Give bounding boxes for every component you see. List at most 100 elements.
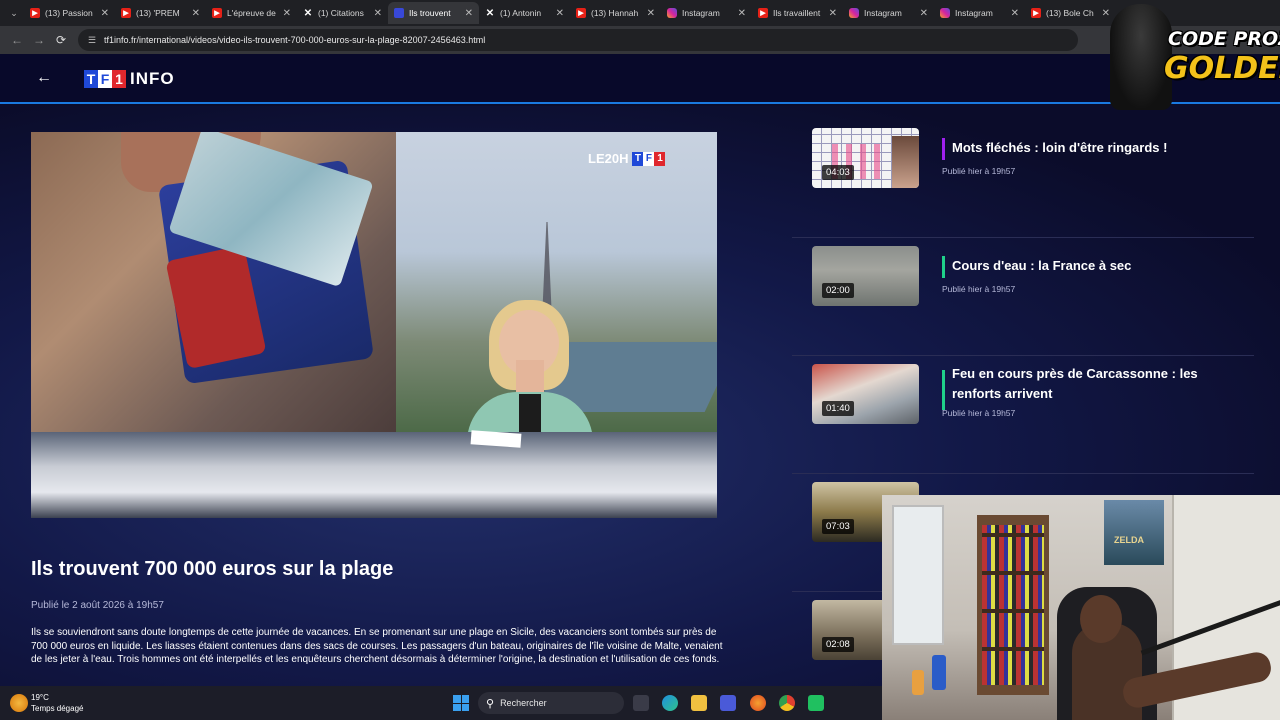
- related-title[interactable]: Feu en cours près de Carcassonne : les r…: [952, 364, 1242, 404]
- tab-label: Instagram: [864, 8, 902, 18]
- webcam-poster: [1104, 500, 1164, 565]
- related-thumbnail[interactable]: 04:03: [812, 128, 919, 188]
- x-icon: ✕: [485, 7, 495, 19]
- close-tab-icon[interactable]: ✕: [192, 8, 200, 19]
- windows-taskbar: 19°C Temps dégagé ⚲ Rechercher: [0, 686, 882, 720]
- webcam-books: [982, 525, 1044, 685]
- related-item[interactable]: 02:00 Cours d'eau : la France à sec Publ…: [792, 238, 1254, 356]
- close-tab-icon[interactable]: ✕: [1011, 8, 1019, 19]
- related-thumbnail[interactable]: 02:00: [812, 246, 919, 306]
- logo-letter-f: F: [98, 70, 112, 88]
- back-arrow-icon[interactable]: ←: [36, 69, 52, 87]
- streamer-logo-line2: GOLDENG: [1164, 51, 1280, 86]
- article-published-date: Publié le 2 août 2026 à 19h57: [31, 600, 164, 611]
- edge-icon[interactable]: [662, 695, 678, 711]
- youtube-icon: ▶: [30, 8, 40, 18]
- chrome-icon[interactable]: [779, 695, 795, 711]
- browser-tab[interactable]: ▶ (13) Passion ✕: [24, 2, 115, 24]
- site-info-icon[interactable]: ☰: [88, 35, 98, 45]
- video-duration: 01:40: [822, 401, 854, 416]
- tab-label: Ils travaillent: [773, 8, 821, 18]
- browser-tab[interactable]: ▶ (13) 'PREM ✕: [115, 2, 206, 24]
- close-tab-icon[interactable]: ✕: [101, 8, 109, 19]
- browser-tab[interactable]: Ils trouvent ✕: [388, 2, 479, 24]
- badge-tf1-mark: T F 1: [632, 151, 666, 166]
- webcam-bottle: [912, 670, 924, 695]
- forward-icon[interactable]: →: [28, 29, 50, 51]
- close-tab-icon[interactable]: ✕: [374, 8, 382, 19]
- browser-tab[interactable]: ✕ (1) Antonin ✕: [479, 2, 570, 24]
- tf1-logo-mark: T F 1: [84, 70, 126, 88]
- streamer-logo-line1: CODE PROZIS: [1168, 28, 1280, 50]
- logo-info-text: INFO: [130, 69, 175, 88]
- related-title[interactable]: Mots fléchés : loin d'être ringards !: [952, 138, 1242, 158]
- browser-tab[interactable]: Instagram ✕: [934, 2, 1025, 24]
- task-view-icon[interactable]: [633, 695, 649, 711]
- store-icon[interactable]: [720, 695, 736, 711]
- weather-temperature[interactable]: 19°C: [31, 693, 49, 702]
- badge-letter-t: T: [632, 151, 644, 166]
- logo-letter-t: T: [84, 70, 98, 88]
- close-tab-icon[interactable]: ✕: [283, 8, 291, 19]
- video-player[interactable]: LE20H T F 1: [31, 132, 717, 518]
- weather-description[interactable]: Temps dégagé: [31, 704, 83, 713]
- browser-tab-bar: ⌄ ▶ (13) Passion ✕ ▶ (13) 'PREM ✕ ▶ L'épreuve d…: [0, 0, 1280, 26]
- firefox-icon[interactable]: [750, 695, 766, 711]
- related-item[interactable]: 01:40 Feu en cours près de Carcassonne :…: [792, 356, 1254, 474]
- accent-bar: [942, 138, 945, 160]
- webcam-window: [892, 505, 944, 645]
- close-tab-icon[interactable]: ✕: [829, 8, 837, 19]
- related-item[interactable]: 04:03 Mots fléchés : loin d'être ringard…: [792, 120, 1254, 238]
- tab-search-icon[interactable]: ⌄: [4, 3, 24, 23]
- youtube-icon: ▶: [212, 8, 222, 18]
- article-title: Ils trouvent 700 000 euros sur la plage: [31, 558, 394, 580]
- address-bar-row: ← → ⟳ ☰ tf1info.fr/international/videos/…: [0, 26, 1280, 54]
- youtube-icon: ▶: [1031, 8, 1041, 18]
- reload-icon[interactable]: ⟳: [50, 29, 72, 51]
- browser-tab[interactable]: ✕ (1) Citations ✕: [297, 2, 388, 24]
- video-duration: 04:03: [822, 165, 854, 180]
- browser-tab[interactable]: ▶ (13) Hannah ✕: [570, 2, 661, 24]
- accent-bar: [942, 256, 945, 278]
- tf1-info-logo[interactable]: T F 1 INFO: [84, 69, 175, 89]
- x-icon: ✕: [303, 7, 313, 19]
- video-duration: 07:03: [822, 519, 854, 534]
- youtube-icon: ▶: [121, 8, 131, 18]
- close-tab-icon[interactable]: ✕: [1102, 8, 1110, 19]
- close-tab-icon[interactable]: ✕: [738, 8, 746, 19]
- webcam-head: [1080, 595, 1122, 643]
- tab-label: (13) Bole Ch: [1046, 8, 1094, 18]
- tab-label: (1) Antonin: [500, 8, 542, 18]
- close-tab-icon[interactable]: ✕: [556, 8, 564, 19]
- url-field[interactable]: ☰ tf1info.fr/international/videos/video-…: [78, 29, 1078, 51]
- browser-tab[interactable]: ▶ Ils travaillent ✕: [752, 2, 843, 24]
- back-icon[interactable]: ←: [6, 29, 28, 51]
- tab-label: Instagram: [682, 8, 720, 18]
- browser-tab[interactable]: ▶ L'épreuve de ✕: [206, 2, 297, 24]
- close-tab-icon[interactable]: ✕: [465, 8, 473, 19]
- accent-bar: [942, 370, 945, 410]
- related-thumbnail[interactable]: 01:40: [812, 364, 919, 424]
- browser-tab[interactable]: Instagram ✕: [661, 2, 752, 24]
- youtube-icon: ▶: [758, 8, 768, 18]
- browser-tab[interactable]: Instagram ✕: [843, 2, 934, 24]
- search-icon: ⚲: [486, 697, 495, 710]
- related-date: Publié hier à 19h57: [942, 284, 1016, 294]
- video-duration: 02:00: [822, 283, 854, 298]
- app-icon[interactable]: [808, 695, 824, 711]
- browser-tab[interactable]: ▶ (13) Bole Ch ✕: [1025, 2, 1116, 24]
- close-tab-icon[interactable]: ✕: [647, 8, 655, 19]
- webcam-bottle: [932, 655, 946, 690]
- tab-label: Ils trouvent: [409, 8, 451, 18]
- tab-label: (13) 'PREM: [136, 8, 180, 18]
- site-header: ← T F 1 INFO: [0, 54, 1280, 104]
- close-tab-icon[interactable]: ✕: [920, 8, 928, 19]
- url-text: tf1info.fr/international/videos/video-il…: [104, 35, 486, 45]
- windows-start-icon[interactable]: [453, 695, 469, 711]
- logo-letter-1: 1: [112, 70, 126, 88]
- taskbar-search[interactable]: ⚲ Rechercher: [478, 692, 624, 714]
- weather-icon[interactable]: [10, 694, 28, 712]
- file-explorer-icon[interactable]: [691, 695, 707, 711]
- badge-letter-f: F: [643, 151, 655, 166]
- related-title[interactable]: Cours d'eau : la France à sec: [952, 256, 1242, 276]
